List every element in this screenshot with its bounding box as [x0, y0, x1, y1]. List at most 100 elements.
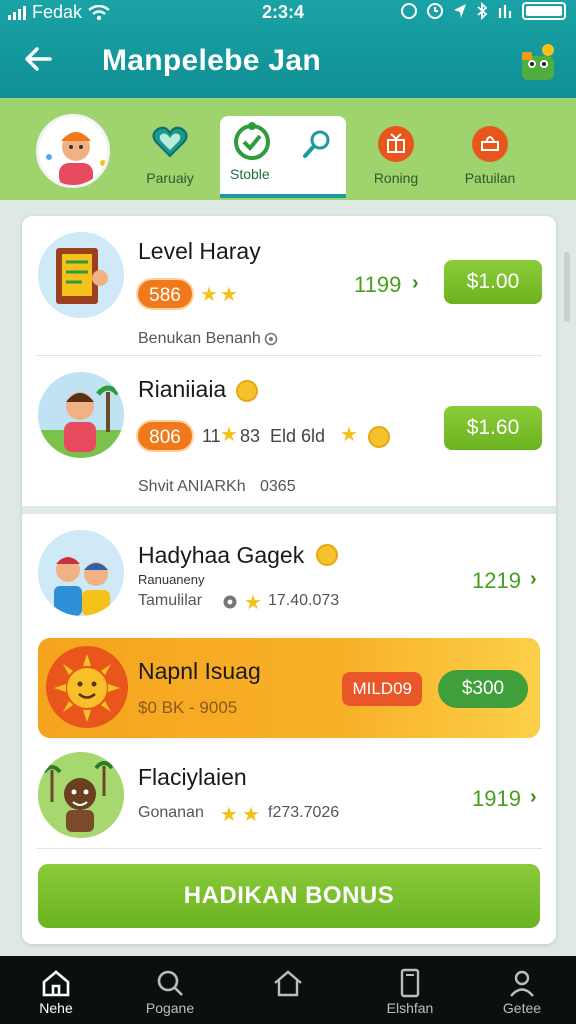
top-app-bar: Fedak 2:3:4 Manpelebe Jan	[0, 0, 576, 100]
user-avatar[interactable]	[36, 114, 110, 188]
item-points: 1199	[354, 272, 402, 297]
nav-house[interactable]	[240, 966, 336, 1000]
item-avatar	[38, 232, 124, 318]
bonus-button[interactable]: HADIKAN BONUS	[38, 864, 540, 928]
bag-icon	[472, 126, 508, 162]
tab-label: Stoble	[230, 166, 270, 182]
data-icon	[498, 5, 512, 18]
chevron-right-icon[interactable]: ›	[530, 568, 537, 591]
item-avatar	[38, 752, 124, 838]
item-footer: Benukan Benanh	[138, 330, 261, 347]
nav-search[interactable]: Pogane	[122, 966, 218, 1016]
star-icon: ★	[220, 424, 238, 446]
chevron-right-icon: ›	[412, 272, 419, 294]
stat-value: 11	[202, 426, 221, 446]
tab-label: Roning	[373, 170, 419, 186]
nav-label: Nehe	[39, 1000, 73, 1016]
nav-elshfan[interactable]: Elshfan	[362, 966, 458, 1016]
info-icon[interactable]	[222, 594, 238, 610]
tab-label: Patuilan	[464, 170, 516, 186]
star-icon: ★	[340, 424, 358, 446]
level-badge: 586	[136, 278, 194, 310]
mascot-icon[interactable]	[518, 42, 560, 84]
refresh-icon	[234, 122, 270, 160]
coin-icon	[368, 426, 390, 448]
item-stat: f273.7026	[268, 804, 340, 821]
back-arrow-icon[interactable]	[22, 42, 58, 78]
status-right	[400, 2, 566, 20]
list-item[interactable]: Level Haray 586 ★ ★ 1199 › $1.00 Benukan…	[22, 216, 556, 356]
list-item[interactable]: Rianiiaia 806 11 ★ 83 Eld 6ld ★ $1.60 Sh…	[22, 356, 556, 514]
promo-badge: MILD09	[342, 672, 422, 706]
item-points: 1919	[472, 786, 521, 811]
nav-profile[interactable]: Getee	[474, 966, 570, 1016]
item-avatar	[46, 646, 128, 728]
stat-value: Eld 6ld	[270, 426, 326, 446]
item-footer-value: 0365	[260, 478, 296, 495]
item-detail: Tamulilar	[138, 592, 203, 609]
star-icon: ★	[220, 804, 238, 826]
list-item[interactable]: Flaciylaien Gonanan ★ ★ f273.7026 1919 ›	[22, 746, 556, 850]
tab-paruaiy[interactable]: Paruaiy	[120, 116, 220, 198]
status-left: Fedak	[8, 2, 110, 23]
status-bar: Fedak 2:3:4	[0, 0, 576, 26]
divider	[36, 848, 542, 849]
star-icon: ★	[242, 804, 260, 826]
signal-icon	[8, 5, 26, 20]
clock-icon	[427, 3, 443, 19]
house-outline-icon	[274, 970, 302, 997]
star-icon: ★	[220, 284, 238, 306]
wifi-icon	[88, 4, 110, 20]
item-subtitle: Gonanan	[138, 804, 204, 821]
featured-item[interactable]: Napnl Isuag $0 BK - 9005 MILD09 $300	[38, 638, 540, 738]
nav-label: Getee	[502, 1000, 542, 1016]
scrollbar[interactable]	[564, 252, 570, 322]
tab-patuilan[interactable]: Patuilan	[440, 116, 540, 198]
item-avatar	[38, 530, 124, 616]
header: Manpelebe Jan	[0, 30, 576, 96]
item-name: Napnl Isuag	[138, 658, 261, 684]
chevron-right-icon[interactable]: ›	[530, 786, 537, 809]
bluetooth-icon	[477, 2, 488, 20]
coin-icon	[236, 380, 258, 402]
moon-icon	[401, 3, 417, 19]
item-subtitle: $0 BK - 9005	[138, 698, 238, 717]
item-name: Hadyhaa Gagek	[138, 542, 305, 568]
stat-value: 83	[240, 426, 261, 446]
price-button[interactable]: $1.60	[444, 406, 542, 450]
profile-icon	[510, 970, 534, 997]
item-avatar	[38, 372, 124, 458]
tab-roning[interactable]: Roning	[346, 116, 446, 198]
list-item[interactable]: Hadyhaa Gagek Ranuaneny Tamulilar ★ 17.4…	[22, 520, 556, 634]
price-button[interactable]: $1.00	[444, 260, 542, 304]
level-badge: 806	[136, 420, 194, 452]
phone-icon	[400, 968, 420, 998]
page-title: Manpelebe Jan	[102, 44, 321, 77]
item-name: Flaciylaien	[138, 764, 247, 790]
tab-label: Paruaiy	[146, 170, 194, 186]
info-icon[interactable]	[264, 332, 278, 346]
star-icon: ★	[244, 592, 262, 614]
bottom-navigation: Nehe Pogane Elshfan Getee	[0, 956, 576, 1024]
coin-icon	[316, 544, 338, 566]
battery-icon	[522, 2, 566, 20]
divider	[22, 506, 556, 514]
price-button[interactable]: $300	[438, 670, 528, 708]
search-icon	[303, 130, 330, 158]
item-name: Level Haray	[138, 238, 261, 264]
location-icon	[454, 4, 466, 18]
heart-icon	[152, 126, 188, 158]
nav-label: Pogane	[145, 1000, 195, 1016]
star-icon: ★	[200, 284, 218, 306]
nav-home[interactable]: Nehe	[8, 966, 104, 1016]
item-subtitle: Ranuaneny	[138, 572, 205, 587]
search-icon	[157, 970, 183, 996]
nav-label: Elshfan	[386, 1000, 434, 1016]
item-name: Rianiiaia	[138, 376, 227, 402]
tab-stoble[interactable]: Stoble	[220, 116, 346, 198]
home-icon	[42, 970, 70, 997]
reward-list: Level Haray 586 ★ ★ 1199 › $1.00 Benukan…	[22, 216, 556, 944]
item-points: 1219	[472, 568, 521, 593]
category-tabs: Paruaiy Stoble Roning Patuilan	[0, 98, 576, 200]
gift-icon	[378, 126, 414, 162]
